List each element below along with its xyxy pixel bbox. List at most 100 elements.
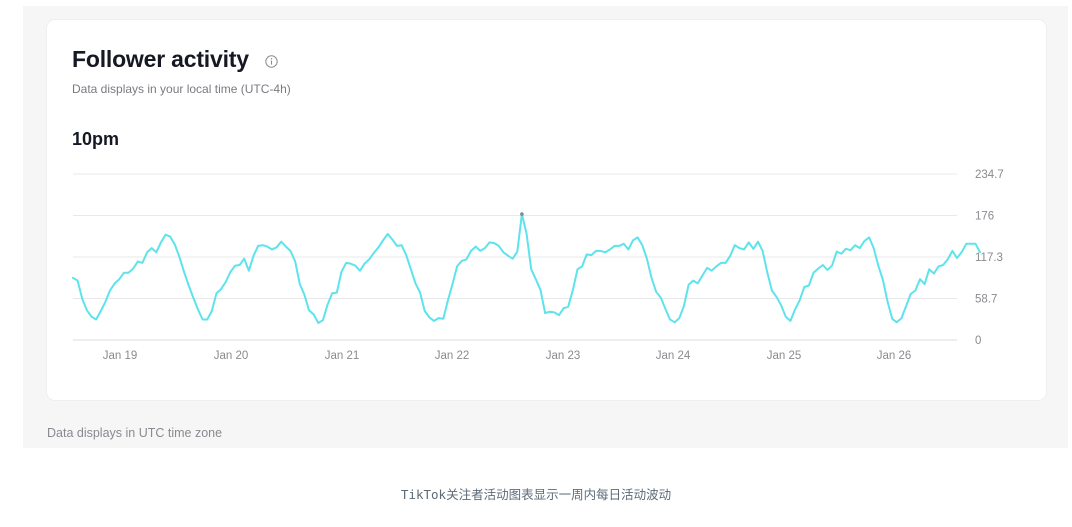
activity-data-point (743, 248, 745, 251)
activity-data-point (845, 248, 847, 250)
activity-data-point (637, 236, 639, 238)
x-tick-label: Jan 25 (767, 350, 802, 362)
activity-data-point (701, 275, 704, 277)
activity-data-point (766, 271, 768, 273)
activity-data-point (812, 272, 815, 274)
activity-data-point (484, 247, 486, 249)
activity-data-point (794, 309, 796, 311)
activity-data-point (257, 245, 259, 247)
activity-data-point (72, 277, 74, 279)
activity-data-point (266, 246, 268, 248)
activity-data-point (488, 241, 491, 243)
activity-data-point (951, 250, 954, 252)
activity-data-point (729, 255, 731, 257)
activity-data-point (627, 248, 630, 251)
activity-data-point (220, 288, 222, 290)
activity-data-point (563, 307, 565, 309)
activity-data-point (748, 241, 750, 243)
activity-data-point (526, 233, 528, 235)
y-tick-label: 176 (975, 211, 994, 223)
activity-data-point (572, 289, 574, 291)
activity-data-point (831, 265, 833, 267)
activity-data-point (715, 265, 717, 267)
activity-data-point (567, 306, 569, 308)
activity-data-point (516, 251, 518, 253)
activity-data-point (206, 318, 208, 321)
peak-point-marker (520, 212, 524, 216)
activity-data-point (822, 264, 824, 266)
activity-data-point (854, 244, 856, 246)
activity-data-point (299, 283, 301, 285)
activity-data-point (137, 260, 139, 263)
activity-data-point (419, 292, 421, 294)
activity-data-point (368, 258, 370, 260)
activity-data-point (215, 292, 218, 294)
activity-data-point (211, 310, 213, 312)
activity-data-point (544, 312, 546, 314)
activity-data-point (317, 322, 319, 324)
activity-data-point (595, 250, 597, 252)
activity-data-point (692, 280, 694, 282)
x-tick-label: Jan 20 (214, 350, 249, 362)
activity-data-point (905, 305, 907, 307)
activity-data-point (979, 251, 981, 253)
activity-data-point (650, 277, 653, 279)
activity-data-point (771, 289, 773, 292)
activity-data-point (706, 267, 708, 269)
activity-data-point (581, 265, 583, 267)
activity-data-point (868, 236, 870, 238)
activity-data-point (947, 258, 949, 260)
activity-data-point (456, 265, 458, 267)
activity-data-point (840, 253, 842, 255)
activity-data-point (725, 262, 727, 264)
activity-data-point (169, 236, 171, 238)
activity-data-point (433, 320, 435, 322)
activity-data-point (280, 241, 282, 243)
activity-data-point (428, 316, 430, 318)
activity-data-point (762, 250, 764, 252)
activity-data-point (623, 243, 625, 245)
x-tick-label: Jan 19 (103, 350, 138, 362)
activity-data-point (146, 251, 148, 253)
follower-activity-line-chart: 234.7 176 117.3 58.7 0 Jan 19 Jan 20 Jan 21 Jan … (72, 169, 1004, 362)
activity-data-point (442, 318, 444, 320)
activity-data-point (604, 251, 606, 253)
activity-data-point (95, 318, 97, 321)
activity-data-point (197, 309, 199, 311)
y-tick-label: 234.7 (975, 169, 1004, 181)
activity-data-point (401, 244, 403, 246)
activity-data-point (757, 241, 759, 243)
activity-data-point (313, 313, 315, 316)
activity-data-point (276, 246, 278, 248)
activity-data-point (817, 268, 819, 270)
activity-data-point (775, 296, 778, 298)
activity-data-point (359, 270, 361, 272)
activity-data-point (350, 263, 352, 265)
activity-data-point (780, 304, 782, 306)
activity-data-point (961, 251, 963, 253)
activity-data-point (720, 262, 722, 264)
activity-data-point (549, 311, 551, 313)
activity-data-point (937, 265, 940, 267)
activity-data-point (738, 247, 741, 249)
activity-data-point (141, 262, 143, 264)
activity-data-point (202, 318, 204, 321)
x-tick-label: Jan 23 (546, 350, 581, 362)
y-tick-label: 117.3 (975, 252, 1003, 264)
activity-data-point (331, 292, 333, 294)
activity-data-point (933, 272, 935, 275)
activity-data-point (836, 251, 838, 253)
activity-data-point (405, 254, 407, 256)
activity-data-point (896, 321, 898, 323)
activity-data-point (340, 271, 342, 273)
activity-data-point (530, 268, 532, 270)
activity-data-point (229, 271, 231, 273)
activity-data-point (77, 280, 79, 282)
activity-data-point (322, 319, 324, 321)
activity-data-point (539, 289, 542, 291)
activity-data-point (965, 243, 967, 245)
activity-data-point (502, 251, 504, 253)
activity-data-point (285, 246, 287, 248)
activity-data-point (387, 233, 389, 235)
activity-data-point (345, 262, 347, 264)
